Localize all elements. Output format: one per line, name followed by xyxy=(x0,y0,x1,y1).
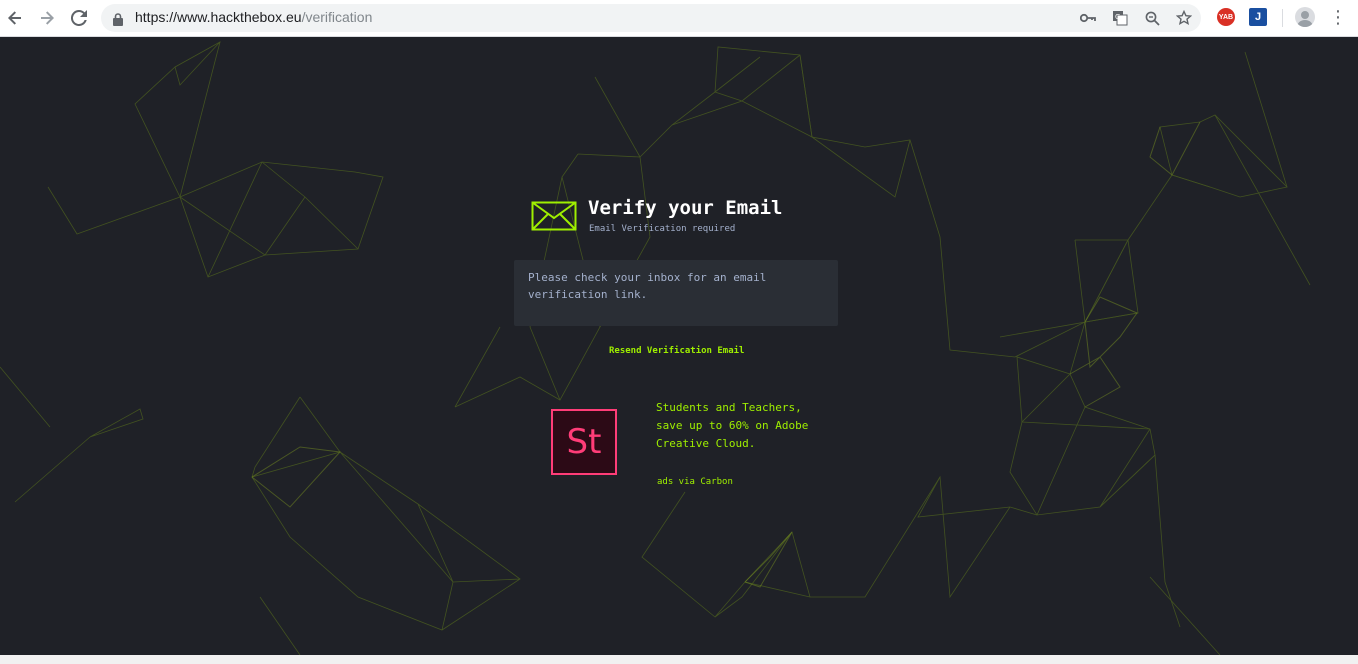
lock-icon xyxy=(113,11,123,30)
page-title: Verify your Email xyxy=(588,197,783,219)
extension-j-label: J xyxy=(1254,11,1262,23)
page-subtitle: Email Verification required xyxy=(589,224,736,234)
translate-icon[interactable]: G xyxy=(1111,9,1129,27)
svg-text:G: G xyxy=(1115,13,1120,21)
profile-avatar-icon[interactable] xyxy=(1295,7,1315,27)
ad-text-link[interactable]: Students and Teachers, save up to 60% on… xyxy=(656,399,816,453)
ads-via-carbon-link[interactable]: ads via Carbon xyxy=(657,477,733,487)
ad-logo-text: St xyxy=(566,422,602,462)
page-bottom-edge xyxy=(0,655,1358,664)
url-scheme: https:// xyxy=(135,9,178,25)
browser-menu-icon[interactable]: ⋮ xyxy=(1329,7,1347,29)
extension-yab-icon[interactable]: YAB xyxy=(1217,8,1235,26)
page-viewport: Verify your Email Email Verification req… xyxy=(0,37,1358,655)
url-host: www.hackthebox.eu xyxy=(177,9,302,25)
forward-icon[interactable] xyxy=(35,6,59,30)
verification-message-panel: Please check your inbox for an email ver… xyxy=(514,260,838,326)
resend-verification-link[interactable]: Resend Verification Email xyxy=(609,346,744,356)
extension-yab-label: YAB xyxy=(1218,13,1234,21)
address-bar[interactable]: https://www.hackthebox.eu/verification G xyxy=(101,4,1201,32)
zoom-icon[interactable] xyxy=(1143,9,1161,27)
bookmark-star-icon[interactable] xyxy=(1175,9,1193,27)
browser-toolbar: https://www.hackthebox.eu/verification G… xyxy=(0,0,1358,37)
reload-icon[interactable] xyxy=(67,6,91,30)
toolbar-divider xyxy=(1282,9,1283,27)
url-path: /verification xyxy=(301,9,373,25)
extension-j-icon[interactable]: J xyxy=(1249,8,1267,26)
url-text: https://www.hackthebox.eu/verification xyxy=(135,9,372,25)
verification-message: Please check your inbox for an email ver… xyxy=(528,271,767,301)
adobe-stock-logo[interactable]: St xyxy=(551,409,617,475)
envelope-icon xyxy=(531,201,577,235)
key-icon[interactable] xyxy=(1079,9,1097,27)
back-icon[interactable] xyxy=(3,6,27,30)
